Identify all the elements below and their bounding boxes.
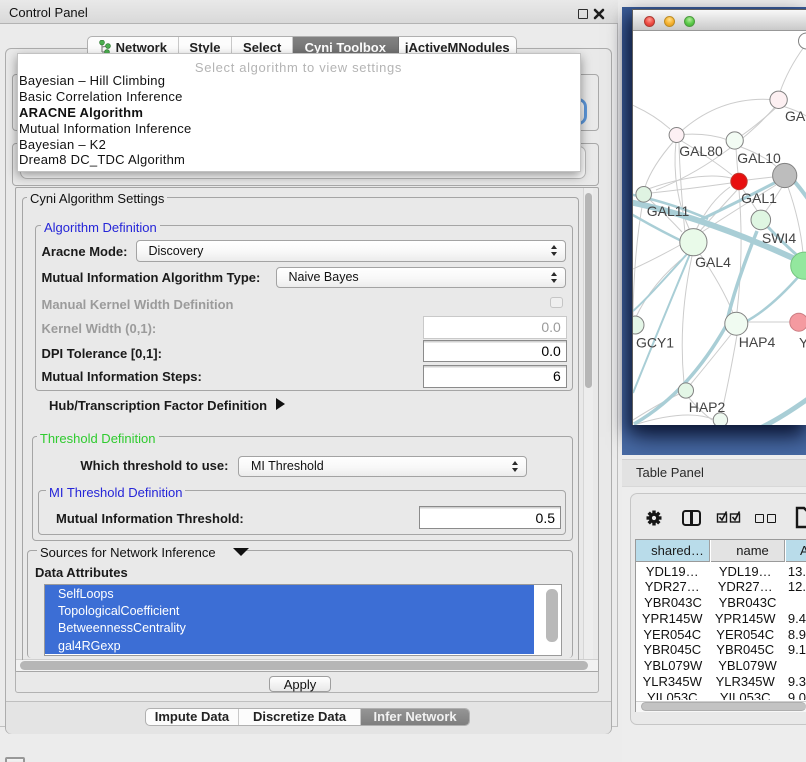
svg-text:GCY1: GCY1 (636, 335, 674, 351)
svg-text:GAL4: GAL4 (695, 254, 731, 270)
svg-text:SWI4: SWI4 (762, 230, 796, 246)
svg-text:HAP4: HAP4 (739, 334, 776, 350)
svg-text:GAL80: GAL80 (679, 143, 723, 159)
svg-text:GAL11: GAL11 (647, 203, 690, 219)
svg-text:GAL1: GAL1 (741, 190, 777, 206)
svg-text:YP: YP (799, 335, 806, 351)
svg-text:HAP2: HAP2 (689, 399, 726, 415)
svg-text:GAL10: GAL10 (737, 150, 781, 166)
svg-text:GAL7: GAL7 (785, 108, 806, 124)
